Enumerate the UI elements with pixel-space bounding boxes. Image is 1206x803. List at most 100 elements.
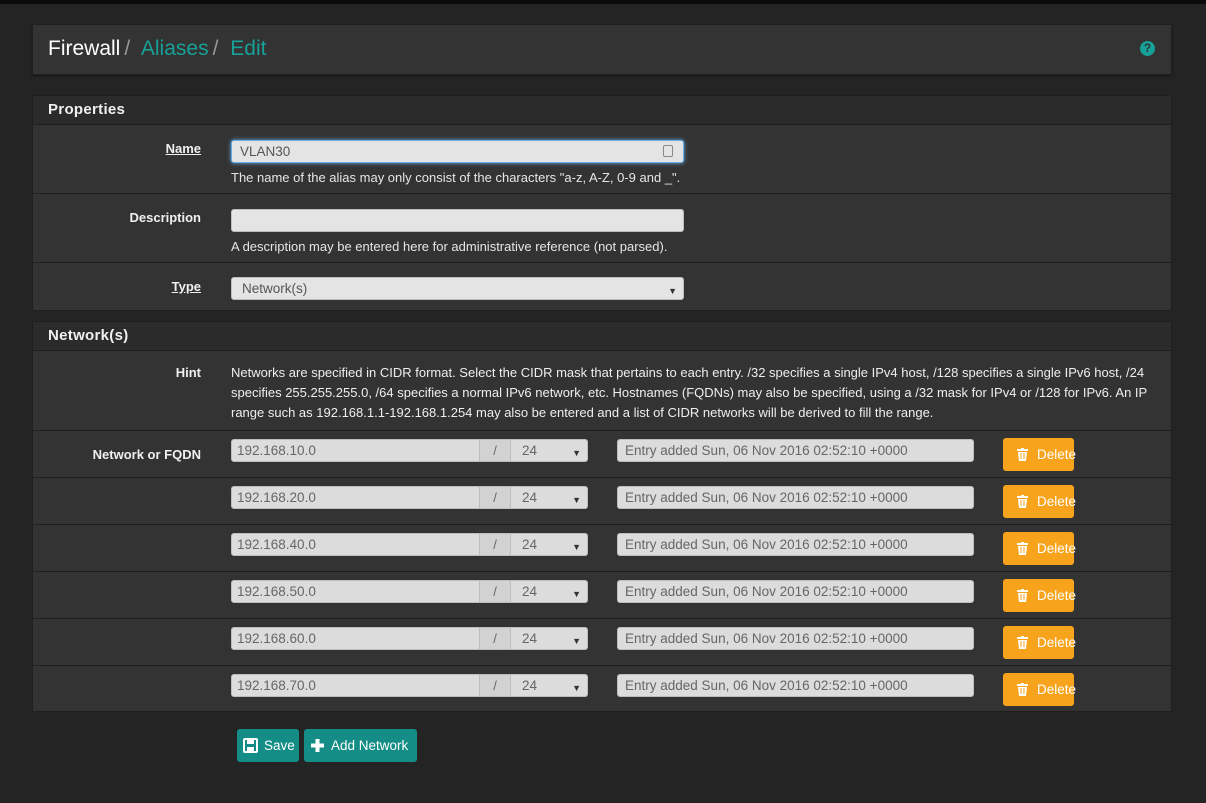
cidr-select[interactable]: 24 ▼ — [511, 674, 588, 697]
delete-button[interactable]: Delete — [1003, 532, 1077, 565]
delete-button[interactable]: Delete — [1003, 626, 1077, 659]
trash-icon — [1017, 495, 1028, 508]
network-row: 192.168.70.0 / 24 ▼ Entry added Sun, 06 Nov … — [33, 666, 1171, 713]
delete-label: Delete — [1037, 447, 1077, 462]
description-help-text: A description may be entered here for ad… — [231, 239, 668, 254]
properties-panel: Properties Name VLAN30 The name of the a… — [32, 95, 1172, 311]
chevron-down-icon: ▼ — [572, 448, 581, 458]
add-network-label: Add Network — [331, 738, 409, 753]
network-row: Network or FQDN 192.168.10.0 / 24 ▼ Entry add… — [33, 431, 1171, 478]
type-row: Type Network(s) ▼ — [33, 263, 1171, 311]
network-address-value: 192.168.70.0 — [237, 678, 316, 693]
network-description-input[interactable]: Entry added Sun, 06 Nov 2016 02:52:10 +0… — [617, 580, 974, 603]
cidr-select[interactable]: 24 ▼ — [511, 486, 588, 509]
network-address-input[interactable]: 192.168.70.0 — [231, 674, 480, 697]
delete-label: Delete — [1037, 635, 1077, 650]
network-address-input[interactable]: 192.168.60.0 — [231, 627, 480, 650]
add-network-button[interactable]: Add Network — [304, 729, 417, 762]
chevron-down-icon: ▼ — [572, 495, 581, 505]
name-help-text: The name of the alias may only consist o… — [231, 170, 681, 185]
breadcrumb-aliases-link[interactable]: Aliases — [141, 37, 209, 60]
save-label: Save — [264, 738, 295, 753]
network-address-value: 192.168.10.0 — [237, 443, 316, 458]
save-button[interactable]: Save — [237, 729, 299, 762]
cidr-value: 24 — [522, 490, 538, 505]
name-input[interactable]: VLAN30 — [231, 140, 684, 163]
delete-label: Delete — [1037, 588, 1077, 603]
trash-icon — [1017, 683, 1028, 696]
breadcrumb-separator: / — [212, 37, 219, 60]
network-description-value: Entry added Sun, 06 Nov 2016 02:52:10 +0… — [625, 631, 908, 646]
chevron-down-icon: ▼ — [572, 589, 581, 599]
network-address-value: 192.168.40.0 — [237, 537, 316, 552]
network-row: 192.168.20.0 / 24 ▼ Entry added Sun, 06 Nov … — [33, 478, 1171, 525]
save-icon — [243, 738, 258, 753]
cidr-slash: / — [480, 627, 511, 650]
cidr-slash: / — [480, 674, 511, 697]
delete-button[interactable]: Delete — [1003, 438, 1077, 471]
hint-text: Networks are specified in CIDR format. S… — [231, 365, 1147, 420]
network-row: 192.168.50.0 / 24 ▼ Entry added Sun, 06 Nov … — [33, 572, 1171, 619]
delete-button[interactable]: Delete — [1003, 485, 1076, 518]
description-label: Description — [129, 210, 201, 225]
network-address-value: 192.168.50.0 — [237, 584, 316, 599]
trash-icon — [1017, 542, 1028, 555]
name-label: Name — [165, 141, 201, 156]
breadcrumb-firewall: Firewall — [48, 37, 121, 60]
network-row: 192.168.40.0 / 24 ▼ Entry added Sun, 06 Nov … — [33, 525, 1171, 572]
network-row: 192.168.60.0 / 24 ▼ Entry added Sun, 06 Nov … — [33, 619, 1171, 666]
network-address-input[interactable]: 192.168.20.0 — [231, 486, 480, 509]
breadcrumb: Firewall / Aliases / Edit — [48, 37, 266, 61]
network-address-input[interactable]: 192.168.50.0 — [231, 580, 480, 603]
delete-button[interactable]: Delete — [1003, 673, 1076, 706]
cidr-select[interactable]: 24 ▼ — [511, 580, 588, 603]
network-address-value: 192.168.60.0 — [237, 631, 316, 646]
networks-panel: Network(s) Hint Networks are specified i… — [32, 321, 1172, 712]
cidr-value: 24 — [522, 584, 538, 599]
cidr-slash: / — [480, 486, 511, 509]
cidr-select[interactable]: 24 ▼ — [511, 627, 588, 650]
cidr-value: 24 — [522, 678, 538, 693]
cidr-select[interactable]: 24 ▼ — [511, 439, 588, 462]
description-row: Description A description may be entered… — [33, 194, 1171, 263]
properties-heading: Properties — [33, 96, 1171, 125]
chevron-down-icon: ▼ — [572, 542, 581, 552]
network-description-input[interactable]: Entry added Sun, 06 Nov 2016 02:52:10 +0… — [617, 439, 974, 462]
cidr-slash: / — [480, 439, 511, 462]
hint-label: Hint — [175, 365, 201, 380]
cidr-slash: / — [480, 533, 511, 556]
network-address-input[interactable]: 192.168.40.0 — [231, 533, 480, 556]
trash-icon — [1017, 448, 1028, 461]
network-description-input[interactable]: Entry added Sun, 06 Nov 2016 02:52:10 +0… — [617, 674, 974, 697]
type-select-value: Network(s) — [242, 281, 308, 296]
cidr-slash: / — [480, 580, 511, 603]
autofill-icon — [663, 145, 673, 157]
description-input[interactable] — [231, 209, 684, 232]
delete-label: Delete — [1037, 541, 1077, 556]
breadcrumb-edit-link[interactable]: Edit — [230, 37, 266, 60]
network-description-input[interactable]: Entry added Sun, 06 Nov 2016 02:52:10 +0… — [617, 533, 974, 556]
name-input-value: VLAN30 — [240, 144, 291, 159]
chevron-down-icon: ▼ — [572, 636, 581, 646]
network-description-value: Entry added Sun, 06 Nov 2016 02:52:10 +0… — [625, 443, 908, 458]
network-row-label: Network or FQDN — [92, 447, 201, 462]
name-row: Name VLAN30 The name of the alias may on… — [33, 125, 1171, 194]
network-description-value: Entry added Sun, 06 Nov 2016 02:52:10 +0… — [625, 537, 908, 552]
plus-icon — [311, 739, 324, 752]
cidr-value: 24 — [522, 443, 538, 458]
breadcrumb-panel: Firewall / Aliases / Edit ? — [32, 24, 1172, 75]
network-description-value: Entry added Sun, 06 Nov 2016 02:52:10 +0… — [625, 584, 908, 599]
breadcrumb-separator: / — [124, 37, 131, 60]
network-description-input[interactable]: Entry added Sun, 06 Nov 2016 02:52:10 +0… — [617, 486, 974, 509]
networks-heading: Network(s) — [33, 322, 1171, 351]
chevron-down-icon: ▼ — [668, 286, 677, 296]
network-description-value: Entry added Sun, 06 Nov 2016 02:52:10 +0… — [625, 678, 908, 693]
chevron-down-icon: ▼ — [572, 683, 581, 693]
hint-row: Hint Networks are specified in CIDR form… — [33, 351, 1171, 431]
type-select[interactable]: Network(s) ▼ — [231, 277, 684, 300]
network-address-input[interactable]: 192.168.10.0 — [231, 439, 480, 462]
cidr-select[interactable]: 24 ▼ — [511, 533, 588, 556]
delete-button[interactable]: Delete — [1003, 579, 1077, 612]
network-description-input[interactable]: Entry added Sun, 06 Nov 2016 02:52:10 +0… — [617, 627, 974, 650]
question-circle-icon[interactable]: ? — [1140, 41, 1155, 56]
